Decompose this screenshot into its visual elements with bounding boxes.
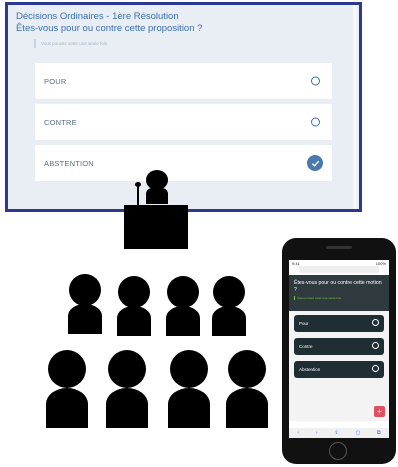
address-bar[interactable] xyxy=(299,266,379,273)
tabs-icon[interactable]: ⧉ xyxy=(377,430,381,436)
option-pour[interactable]: POUR xyxy=(35,63,332,99)
vote-header: Décisions Ordinaires - 1ère Résolution Ê… xyxy=(8,5,359,52)
option-abstention[interactable]: ABSTENTION xyxy=(35,145,332,181)
speaker-body-icon xyxy=(146,188,168,204)
microphone-icon xyxy=(137,184,139,206)
radio-icon[interactable] xyxy=(372,342,379,349)
plus-icon[interactable]: + xyxy=(374,406,385,417)
phone-vote-header: Êtes-vous pour ou contre cette motion ? … xyxy=(289,275,389,311)
radio-icon[interactable] xyxy=(372,365,379,372)
option-contre[interactable]: CONTRE xyxy=(35,104,332,140)
radio-checked-icon[interactable] xyxy=(307,155,323,171)
option-label: Contre xyxy=(299,344,313,349)
phone-vote-question: Êtes-vous pour ou contre cette motion ? xyxy=(294,280,382,293)
resolution-title: Décisions Ordinaires - 1ère Résolution xyxy=(16,11,179,22)
battery-status: 100% xyxy=(375,261,386,266)
smartphone: 9:41 100% Êtes-vous pour ou contre cette… xyxy=(282,238,396,464)
phone-option-pour[interactable]: Pour xyxy=(294,315,384,332)
scrollbar[interactable] xyxy=(353,5,357,209)
phone-vote-hint: Vous pouvez voter une seule fois xyxy=(294,296,384,300)
forward-icon[interactable]: › xyxy=(316,430,318,436)
home-button[interactable] xyxy=(329,442,347,460)
option-label: Pour xyxy=(299,321,309,326)
phone-screen: 9:41 100% Êtes-vous pour ou contre cette… xyxy=(289,260,389,438)
phone-vote-options: Pour Contre Abstention xyxy=(289,311,389,421)
radio-icon[interactable] xyxy=(311,76,320,86)
option-label: POUR xyxy=(44,76,67,86)
microphone-head-icon xyxy=(135,182,141,187)
radio-icon[interactable] xyxy=(311,117,320,127)
browser-toolbar: ‹ › ⇪ ▢ ⧉ xyxy=(289,428,389,438)
option-label: Abstention xyxy=(299,367,321,372)
vote-hint: Vous pouvez voter une seule fois xyxy=(34,39,351,48)
speaker-head-icon xyxy=(146,170,168,190)
option-label: CONTRE xyxy=(44,117,77,127)
share-icon[interactable]: ⇪ xyxy=(334,430,338,436)
vote-panel: Décisions Ordinaires - 1ère Résolution Ê… xyxy=(8,5,359,209)
status-time: 9:41 xyxy=(292,261,300,266)
vote-question: Êtes-vous pour ou contre cette propositi… xyxy=(16,23,203,34)
back-icon[interactable]: ‹ xyxy=(297,430,299,436)
vote-options: POUR CONTRE ABSTENTION xyxy=(35,63,332,186)
option-label: ABSTENTION xyxy=(44,158,94,168)
projection-screen: Décisions Ordinaires - 1ère Résolution Ê… xyxy=(5,2,362,212)
bookmarks-icon[interactable]: ▢ xyxy=(355,430,360,436)
podium-icon xyxy=(124,205,188,249)
earpiece xyxy=(326,246,352,249)
phone-option-contre[interactable]: Contre xyxy=(294,338,384,355)
radio-icon[interactable] xyxy=(372,319,379,326)
phone-option-abstention[interactable]: Abstention xyxy=(294,361,384,378)
